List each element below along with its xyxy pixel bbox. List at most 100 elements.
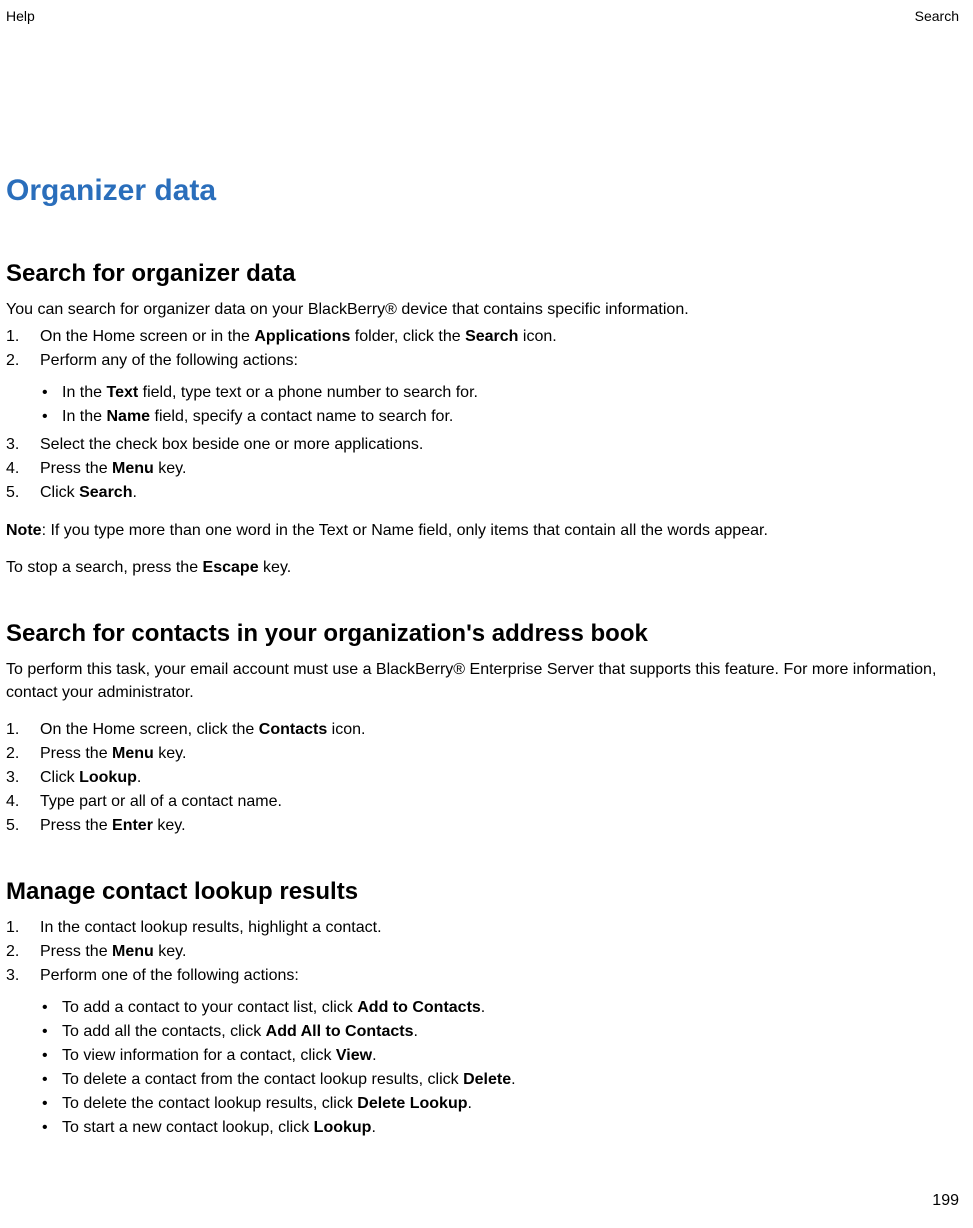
bold-text: Add to Contacts bbox=[357, 999, 481, 1016]
list-item: In the Text field, type text or a phone … bbox=[6, 381, 959, 405]
list-item: 3. Select the check box beside one or mor… bbox=[6, 433, 959, 457]
list-item: To add all the contacts, click Add All t… bbox=[6, 1020, 959, 1044]
section-heading: Manage contact lookup results bbox=[6, 878, 959, 906]
text: To add a contact to your contact list, c… bbox=[62, 999, 357, 1016]
list-item: 5. Click Search. bbox=[6, 481, 959, 505]
text: . bbox=[481, 999, 485, 1016]
text: In the bbox=[62, 384, 106, 401]
bold-text: Delete Lookup bbox=[357, 1095, 467, 1112]
text: key. bbox=[153, 817, 186, 834]
list-item: To add a contact to your contact list, c… bbox=[6, 996, 959, 1020]
list-number: 2. bbox=[6, 940, 26, 964]
list-number: 5. bbox=[6, 814, 26, 838]
page-title: Organizer data bbox=[6, 174, 959, 208]
bullet-list: To add a contact to your contact list, c… bbox=[6, 996, 959, 1140]
list-item: 3.Perform one of the following actions: bbox=[6, 964, 959, 988]
bold-text: Text bbox=[106, 384, 138, 401]
list-item: 5. Press the Enter key. bbox=[6, 814, 959, 838]
bold-text: Note bbox=[6, 522, 42, 539]
list-item: 1. In the contact lookup results, highlig… bbox=[6, 916, 959, 940]
list-item: In the Name field, specify a contact nam… bbox=[6, 405, 959, 429]
body-text: To stop a search, press the Escape key. bbox=[6, 556, 959, 579]
text: folder, click the bbox=[350, 328, 465, 345]
text: Type part or all of a contact name. bbox=[40, 793, 282, 810]
bullet-list: In the Text field, type text or a phone … bbox=[6, 381, 959, 429]
text: icon. bbox=[327, 721, 365, 738]
text: Press the bbox=[40, 460, 112, 477]
text: On the Home screen or in the bbox=[40, 328, 254, 345]
list-item: To start a new contact lookup, click Loo… bbox=[6, 1116, 959, 1140]
text: . bbox=[371, 1119, 375, 1136]
text: Click bbox=[40, 769, 79, 786]
intro-text: You can search for organizer data on you… bbox=[6, 298, 959, 321]
text: . bbox=[137, 769, 141, 786]
list-item: 2.Press the Menu key. bbox=[6, 742, 959, 766]
text: Press the bbox=[40, 817, 112, 834]
list-number: 2. bbox=[6, 742, 26, 766]
bold-text: Escape bbox=[203, 559, 259, 576]
list-number: 5. bbox=[6, 481, 26, 505]
section-heading: Search for contacts in your organization… bbox=[6, 620, 959, 648]
bold-text: Lookup bbox=[79, 769, 137, 786]
text: field, type text or a phone number to se… bbox=[138, 384, 478, 401]
bold-text: Menu bbox=[112, 460, 154, 477]
list-item: 4.Press the Menu key. bbox=[6, 457, 959, 481]
text: . bbox=[132, 484, 136, 501]
text: In the bbox=[62, 408, 106, 425]
list-item: To view information for a contact, click… bbox=[6, 1044, 959, 1068]
text: . bbox=[511, 1071, 515, 1088]
text: Press the bbox=[40, 943, 112, 960]
text: key. bbox=[259, 559, 292, 576]
list-number: 3. bbox=[6, 766, 26, 790]
text: . bbox=[372, 1047, 376, 1064]
text: To start a new contact lookup, click bbox=[62, 1119, 314, 1136]
text: Click bbox=[40, 484, 79, 501]
text: icon. bbox=[518, 328, 556, 345]
ordered-list: 1. On the Home screen, click the Contacts… bbox=[6, 718, 959, 838]
bold-text: Menu bbox=[112, 943, 154, 960]
page-number: 199 bbox=[932, 1192, 959, 1210]
section-heading: Search for organizer data bbox=[6, 260, 959, 288]
bold-text: Contacts bbox=[259, 721, 327, 738]
text: . bbox=[468, 1095, 472, 1112]
bold-text: Search bbox=[465, 328, 518, 345]
list-item: 1. On the Home screen, click the Contacts… bbox=[6, 718, 959, 742]
list-item: 3. Click Lookup. bbox=[6, 766, 959, 790]
text: To delete the contact lookup results, cl… bbox=[62, 1095, 357, 1112]
bold-text: Applications bbox=[254, 328, 350, 345]
text: To stop a search, press the bbox=[6, 559, 203, 576]
text: In the contact lookup results, highlight… bbox=[40, 919, 382, 936]
note-text: Note: If you type more than one word in … bbox=[6, 519, 959, 542]
intro-text: To perform this task, your email account… bbox=[6, 658, 959, 704]
text: Press the bbox=[40, 745, 112, 762]
bold-text: Delete bbox=[463, 1071, 511, 1088]
bold-text: Enter bbox=[112, 817, 153, 834]
bold-text: Lookup bbox=[314, 1119, 372, 1136]
list-item: 2.Perform any of the following actions: bbox=[6, 349, 959, 373]
list-number: 4. bbox=[6, 790, 26, 814]
bold-text: Name bbox=[106, 408, 150, 425]
text: : If you type more than one word in the … bbox=[42, 522, 768, 539]
text: Select the check box beside one or more … bbox=[40, 436, 423, 453]
header-left: Help bbox=[6, 8, 35, 24]
ordered-list: 1. In the contact lookup results, highlig… bbox=[6, 916, 959, 988]
list-number: 1. bbox=[6, 916, 26, 940]
text: key. bbox=[154, 943, 187, 960]
list-number: 3. bbox=[6, 433, 26, 457]
list-item: 2. Press the Menu key. bbox=[6, 940, 959, 964]
bold-text: Search bbox=[79, 484, 132, 501]
text: field, specify a contact name to search … bbox=[150, 408, 453, 425]
list-number: 1. bbox=[6, 325, 26, 349]
text: Perform one of the following actions: bbox=[40, 967, 299, 984]
list-item: To delete a contact from the contact loo… bbox=[6, 1068, 959, 1092]
page-header: Help Search bbox=[6, 8, 959, 24]
list-item: To delete the contact lookup results, cl… bbox=[6, 1092, 959, 1116]
text: To view information for a contact, click bbox=[62, 1047, 336, 1064]
text: . bbox=[414, 1023, 418, 1040]
bold-text: Menu bbox=[112, 745, 154, 762]
text: To delete a contact from the contact loo… bbox=[62, 1071, 463, 1088]
text: key. bbox=[154, 460, 187, 477]
list-number: 2. bbox=[6, 349, 26, 373]
list-number: 1. bbox=[6, 718, 26, 742]
text: On the Home screen, click the bbox=[40, 721, 259, 738]
